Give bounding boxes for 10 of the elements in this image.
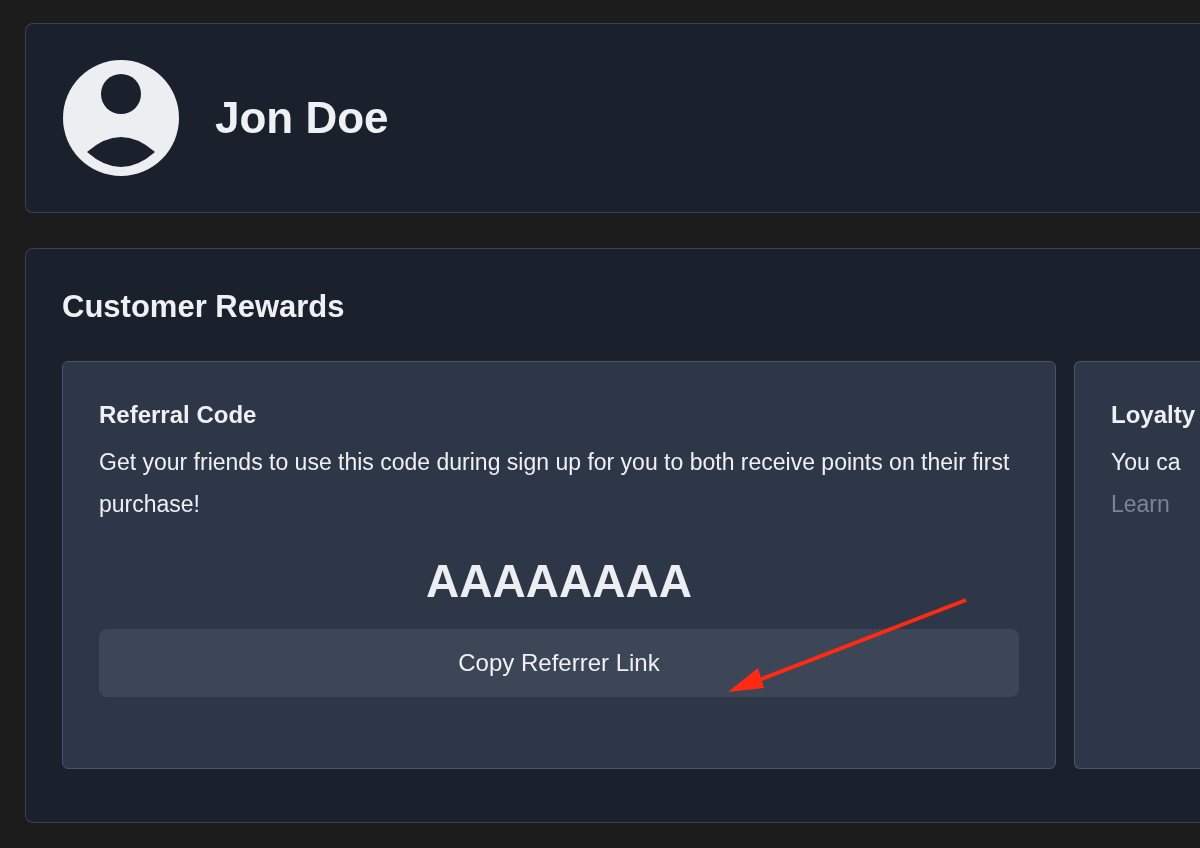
- copy-link-button[interactable]: Copy Referrer Link: [99, 629, 1019, 697]
- rewards-title: Customer Rewards: [62, 288, 346, 326]
- user-avatar-icon: [63, 60, 179, 176]
- user-name: Jon Doe: [215, 92, 389, 144]
- referral-description: Get your friends to use this code during sign up for you to both receive points on their first purchase!: [99, 448, 1011, 519]
- referral-code: AAAAAAAA: [426, 554, 692, 609]
- loyalty-description: You ca: [1111, 448, 1182, 477]
- annotation-arrow-icon: [726, 596, 968, 694]
- loyalty-title: Loyalty: [1111, 400, 1197, 430]
- referral-title: Referral Code: [99, 400, 258, 430]
